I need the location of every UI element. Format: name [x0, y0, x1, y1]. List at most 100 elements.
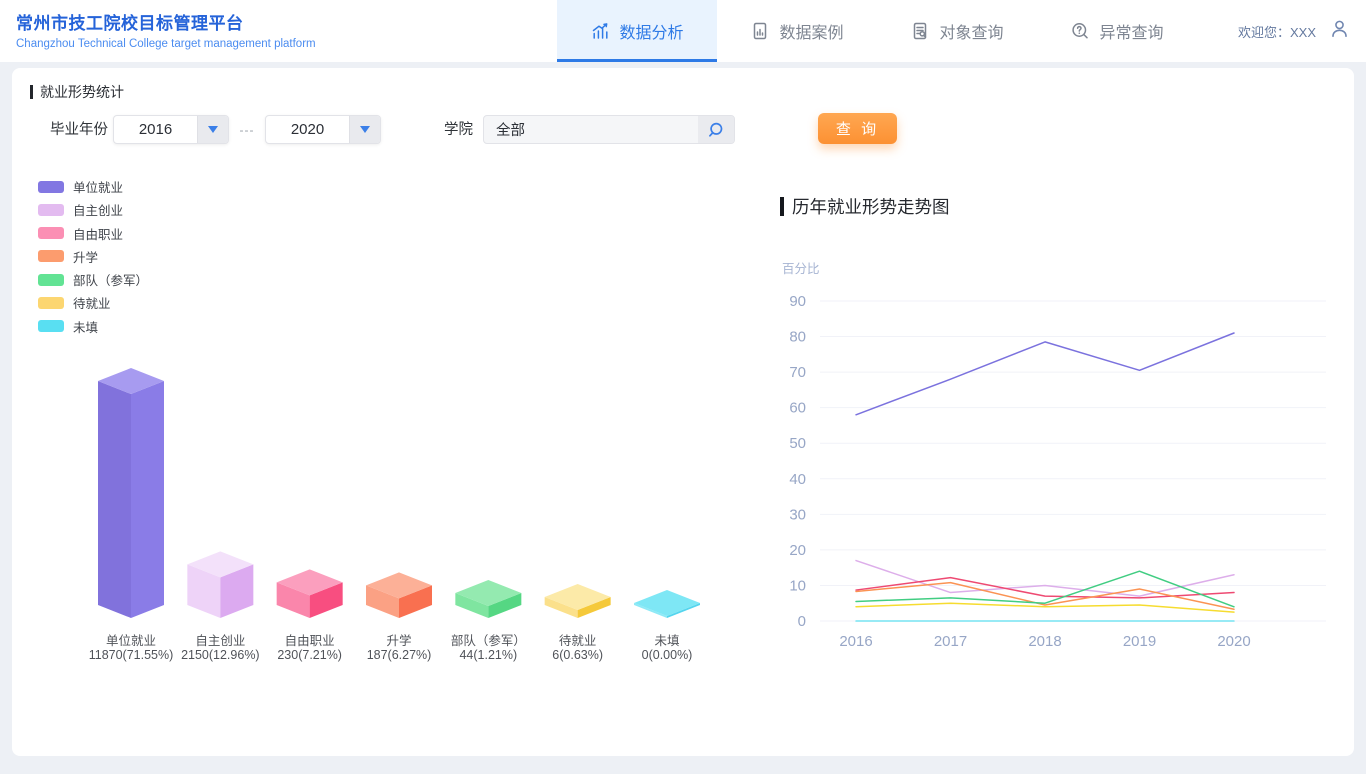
legend-swatch	[38, 297, 64, 309]
legend-item[interactable]: 未填	[38, 320, 148, 333]
year-to-select[interactable]: 2020	[265, 115, 381, 144]
legend-swatch	[38, 320, 64, 332]
legend-label: 单位就业	[73, 177, 123, 196]
year-filter-label: 毕业年份	[50, 115, 108, 145]
year-to-value: 2020	[266, 116, 349, 143]
tab-object-query[interactable]: 对象查询	[877, 0, 1037, 62]
legend-label: 未填	[73, 317, 98, 336]
document-search-icon	[910, 21, 930, 41]
bar-3d: 未填0(0.00%)	[634, 590, 700, 662]
trend-title-text: 历年就业形势走势图	[792, 194, 950, 219]
bar-value-label: 0(0.00%)	[642, 648, 693, 662]
legend-label: 自主创业	[73, 200, 123, 219]
tab-anomaly-query[interactable]: 异常查询	[1037, 0, 1197, 62]
legend-item[interactable]: 部队（参军）	[38, 273, 148, 286]
search-question-icon	[1070, 21, 1090, 41]
y-tick-label: 0	[798, 613, 806, 630]
year-from-value: 2016	[114, 116, 197, 143]
trend-line-自主创业	[856, 561, 1234, 597]
legend-swatch	[38, 274, 64, 286]
bar-3d: 单位就业11870(71.55%)	[89, 368, 174, 662]
y-tick-label: 10	[789, 577, 806, 594]
trend-chart-title: 历年就业形势走势图	[780, 194, 950, 219]
legend-item[interactable]: 自主创业	[38, 203, 148, 216]
app-header: 常州市技工院校目标管理平台 Changzhou Technical Colleg…	[0, 0, 1366, 62]
legend-label: 待就业	[73, 293, 111, 312]
bar-category-label: 未填	[654, 634, 679, 648]
y-tick-label: 20	[789, 542, 806, 559]
bar-category-label: 部队（参军）	[451, 633, 526, 648]
x-tick-label: 2017	[934, 633, 967, 650]
bar-chart-svg: 单位就业11870(71.55%)自主创业2150(12.96%)自由职业230…	[60, 350, 760, 666]
y-tick-label: 30	[789, 506, 806, 523]
app-title: 常州市技工院校目标管理平台	[16, 9, 316, 34]
bar-category-label: 升学	[386, 633, 411, 648]
college-input[interactable]	[484, 116, 698, 143]
bar-3d: 待就业6(0.63%)	[545, 584, 611, 662]
main-nav: 数据分析 数据案例 对象查询 异常查询	[557, 0, 1197, 62]
analysis-chart-icon	[590, 21, 610, 41]
bar-3d: 部队（参军）44(1.21%)	[451, 580, 526, 662]
y-tick-label: 90	[789, 293, 806, 310]
x-tick-label: 2018	[1028, 633, 1061, 650]
legend-item[interactable]: 自由职业	[38, 227, 148, 240]
bar-3d: 自由职业230(7.21%)	[277, 569, 343, 662]
year-from-arrow-zone[interactable]	[197, 116, 228, 143]
bar-value-label: 11870(71.55%)	[89, 648, 174, 662]
chevron-down-icon	[360, 126, 370, 133]
employment-stats-card: 就业形势统计 毕业年份 2016 --- 2020 学院 查 询 单位就业自主创…	[12, 68, 1354, 756]
welcome-text: 欢迎您：XXX	[1238, 22, 1316, 41]
section-title: 就业形势统计	[30, 82, 124, 102]
legend-label: 升学	[73, 247, 98, 266]
tab-label: 异常查询	[1099, 19, 1163, 43]
section-title-text: 就业形势统计	[40, 82, 124, 102]
legend-label: 部队（参军）	[73, 270, 148, 289]
legend-item[interactable]: 待就业	[38, 296, 148, 309]
legend-swatch	[38, 204, 64, 216]
bar-chart-legend: 单位就业自主创业自由职业升学部队（参军） 待就业未填	[38, 180, 148, 343]
chevron-down-icon	[208, 126, 218, 133]
year-range-separator: ---	[233, 115, 261, 145]
legend-swatch	[38, 181, 64, 193]
y-tick-label: 50	[789, 435, 806, 452]
tab-data-cases[interactable]: 数据案例	[717, 0, 877, 62]
legend-item[interactable]: 升学	[38, 250, 148, 263]
bar-category-label: 单位就业	[106, 633, 156, 648]
year-from-select[interactable]: 2016	[113, 115, 229, 144]
app-subtitle: Changzhou Technical College target manag…	[16, 38, 316, 50]
y-axis-label: 百分比	[782, 258, 820, 277]
tab-data-analysis[interactable]: 数据分析	[557, 0, 717, 62]
bar-category-label: 自由职业	[285, 634, 335, 648]
y-tick-label: 60	[789, 400, 806, 417]
x-tick-label: 2019	[1123, 633, 1156, 650]
x-tick-label: 2016	[839, 633, 872, 650]
app-logo: 常州市技工院校目标管理平台 Changzhou Technical Colleg…	[16, 9, 316, 50]
bar-3d: 升学187(6.27%)	[366, 572, 432, 662]
bar-category-label: 自主创业	[195, 634, 245, 648]
bar-value-label: 44(1.21%)	[459, 648, 517, 662]
bar-category-label: 待就业	[559, 633, 597, 648]
y-tick-label: 40	[789, 471, 806, 488]
tab-label: 数据分析	[619, 19, 683, 43]
legend-item[interactable]: 单位就业	[38, 180, 148, 193]
user-area: 欢迎您：XXX	[1238, 0, 1350, 62]
user-avatar-icon[interactable]	[1329, 18, 1350, 44]
search-icon	[707, 121, 725, 139]
bar-value-label: 187(6.27%)	[367, 648, 432, 662]
tab-label: 对象查询	[939, 19, 1003, 43]
x-tick-label: 2020	[1217, 633, 1250, 650]
tab-label: 数据案例	[779, 19, 843, 43]
line-chart-svg: 010203040506070809020162017201820192020	[770, 286, 1350, 658]
bar-3d: 自主创业2150(12.96%)	[181, 551, 260, 662]
college-search-icon-zone[interactable]	[698, 116, 734, 143]
legend-swatch	[38, 250, 64, 262]
query-button[interactable]: 查 询	[818, 113, 897, 144]
trend-line-部队（参军）	[856, 571, 1234, 607]
legend-swatch	[38, 227, 64, 239]
bar-value-label: 230(7.21%)	[277, 648, 342, 662]
year-to-arrow-zone[interactable]	[349, 116, 380, 143]
bar-value-label: 2150(12.96%)	[181, 648, 260, 662]
college-search-box	[483, 115, 735, 144]
y-tick-label: 80	[789, 329, 806, 346]
legend-label: 自由职业	[73, 224, 123, 243]
